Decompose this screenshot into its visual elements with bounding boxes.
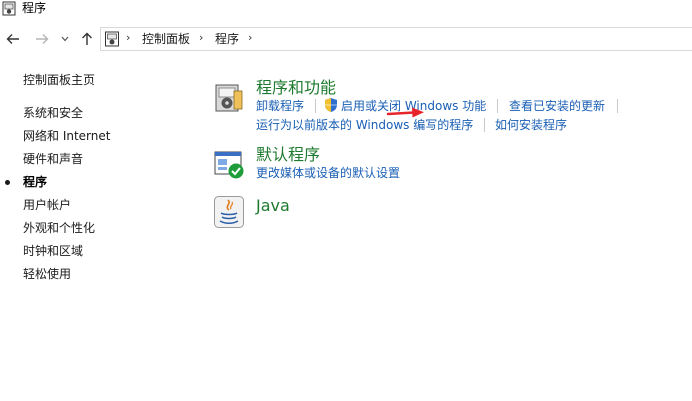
back-button[interactable] [4,30,22,48]
arrow-up-icon [82,32,92,45]
navigation-bar: › 控制面板 › 程序 › [0,26,692,52]
arrow-right-icon [36,34,49,44]
breadcrumb-programs[interactable]: 程序 [215,32,239,46]
sidebar-item-network[interactable]: 网络和 Internet [23,128,110,144]
link-run-older-programs[interactable]: 运行为以前版本的 Windows 编写的程序 [256,118,473,133]
sidebar-item-hardware-sound[interactable]: 硬件和声音 [23,151,83,167]
recent-locations-button[interactable] [59,30,71,48]
link-view-installed-updates[interactable]: 查看已安装的更新 [509,99,605,114]
active-indicator [5,180,10,185]
link-uninstall-program[interactable]: 卸载程序 [256,99,304,114]
link-separator [484,118,485,132]
link-separator [617,99,618,113]
arrow-left-icon [6,34,19,44]
forward-button[interactable] [33,30,51,48]
java-icon [214,196,244,228]
programs-features-icon [215,84,243,112]
sidebar-item-clock-region[interactable]: 时钟和区域 [23,243,83,259]
category-title-java[interactable]: Java [256,196,290,216]
window-title: 程序 [22,1,47,15]
sidebar-item-ease-of-access[interactable]: 轻松使用 [23,266,71,282]
sidebar-item-user-accounts[interactable]: 用户帐户 [23,197,71,213]
breadcrumb-control-panel[interactable]: 控制面板 [142,32,190,46]
chevron-down-icon [61,36,69,42]
sidebar-item-appearance[interactable]: 外观和个性化 [23,220,95,236]
chevron-right-icon: › [126,31,131,44]
title-bar: 程序 [0,0,692,20]
chevron-right-icon[interactable]: › [248,31,252,44]
default-programs-icon [214,151,244,179]
annotation-arrow-icon [386,107,424,118]
sidebar-item-system-security[interactable]: 系统和安全 [23,105,83,121]
up-button[interactable] [78,30,96,48]
sidebar-home-link[interactable]: 控制面板主页 [23,72,95,88]
control-panel-programs-icon [105,31,119,47]
chevron-right-icon[interactable]: › [199,31,203,44]
link-separator [315,99,316,113]
category-title-default-programs[interactable]: 默认程序 [256,145,320,165]
link-separator [497,99,498,113]
control-panel-programs-icon [2,1,16,16]
link-change-media-defaults[interactable]: 更改媒体或设备的默认设置 [256,166,400,181]
sidebar-item-programs[interactable]: 程序 [23,174,47,190]
uac-shield-icon [325,98,337,112]
link-how-to-install[interactable]: 如何安装程序 [495,118,567,133]
address-bar[interactable]: › 控制面板 › 程序 › [100,27,692,51]
category-title-programs-features[interactable]: 程序和功能 [256,78,336,98]
